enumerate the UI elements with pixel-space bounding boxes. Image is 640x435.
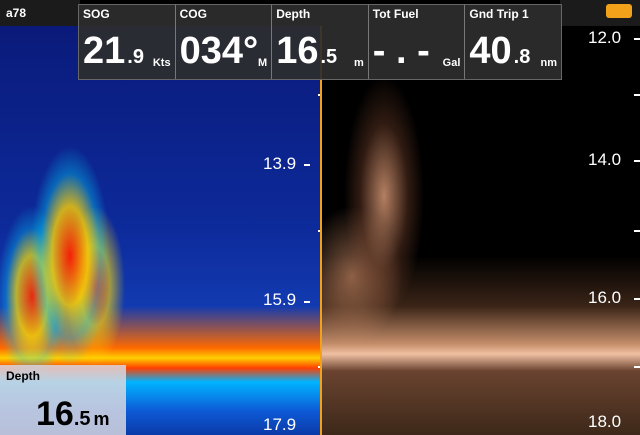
- metric-gnd-trip[interactable]: Gnd Trip 1 40.8 nm: [465, 5, 561, 79]
- metric-value-fraction: .8: [513, 46, 531, 68]
- metric-unit: Kts: [152, 57, 171, 69]
- metric-unit: M: [258, 57, 268, 69]
- metric-value-main: 21: [83, 30, 126, 72]
- metric-unit: nm: [540, 57, 557, 69]
- metric-value: 16.5: [276, 31, 337, 77]
- metric-value-fraction: .9: [127, 46, 144, 68]
- metric-unit: m: [354, 57, 364, 69]
- metric-value-main: 40: [469, 30, 512, 72]
- left-scale-label: 17.9: [263, 415, 297, 434]
- metric-depth[interactable]: Depth 16.5 m: [272, 5, 369, 79]
- depth-value: 16.5 m: [36, 395, 110, 434]
- depth-unit: m: [93, 409, 110, 429]
- top-left-label: a78: [0, 0, 80, 26]
- metric-total-fuel[interactable]: Tot Fuel - . - Gal: [369, 5, 466, 79]
- metric-value-main: - . -: [372, 30, 430, 72]
- metric-label: Depth: [276, 7, 311, 21]
- right-tick: [634, 230, 640, 232]
- metric-unit: Gal: [442, 57, 461, 69]
- metric-value: 40.8: [469, 31, 530, 77]
- right-scale-label: 18.0: [588, 412, 622, 431]
- metric-sog[interactable]: SOG 21.9 Kts: [79, 5, 176, 79]
- depth-value-fraction: .5: [73, 408, 91, 430]
- right-tick: [634, 298, 640, 300]
- right-scale-label: 16.0: [588, 288, 622, 307]
- metric-value-main: 16: [276, 30, 319, 72]
- left-scale-label: 13.9: [263, 154, 297, 173]
- sonar-right-panel: 12.0 14.0 16.0 18.0: [320, 26, 640, 435]
- top-right-bar: [560, 0, 640, 26]
- metric-label: Gnd Trip 1: [469, 7, 529, 21]
- metric-value: 034°: [180, 31, 261, 77]
- top-left-text: a78: [6, 6, 27, 20]
- right-scale-label: 12.0: [588, 28, 622, 47]
- metric-value-fraction: .5: [320, 46, 338, 68]
- right-tick: [634, 94, 640, 96]
- left-tick: [304, 301, 310, 303]
- metric-value: - . -: [373, 31, 432, 77]
- depth-overlay: Depth 16.5 m: [0, 365, 126, 435]
- right-scale-label: 14.0: [588, 150, 622, 169]
- right-tick: [634, 38, 640, 40]
- depth-label: Depth: [6, 369, 40, 383]
- metrics-bar: SOG 21.9 Kts COG 034° M Depth 16.5 m Tot…: [78, 4, 562, 80]
- boat-icon: [606, 4, 632, 18]
- metric-value-main: 034°: [179, 30, 259, 72]
- metric-value: 21.9: [83, 31, 144, 77]
- metric-label: Tot Fuel: [372, 7, 419, 21]
- metric-cog[interactable]: COG 034° M: [176, 5, 273, 79]
- depth-value-main: 16: [36, 395, 74, 433]
- right-tick: [634, 366, 640, 368]
- left-scale-label: 15.9: [263, 290, 297, 309]
- left-tick: [304, 164, 310, 166]
- metric-label: SOG: [83, 7, 110, 21]
- right-tick: [634, 160, 640, 162]
- metric-label: COG: [179, 7, 207, 21]
